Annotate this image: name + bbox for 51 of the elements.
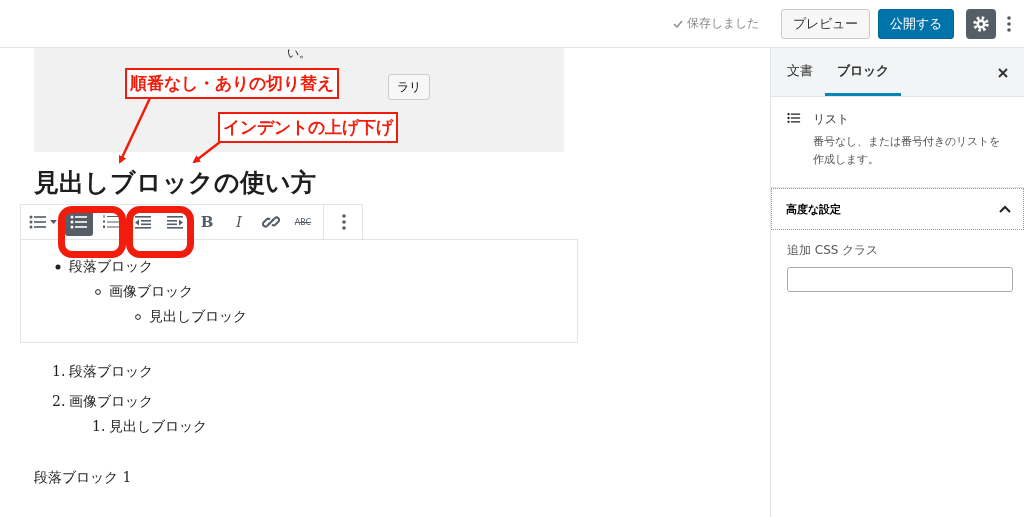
list-number: 1. <box>92 417 106 436</box>
list-number: 2. <box>52 392 66 411</box>
bulleted-list-icon <box>70 215 88 229</box>
list-item: 見出しブロック <box>109 417 208 436</box>
chevron-icon <box>999 205 1011 213</box>
field-label: 追加 CSS クラス <box>787 242 880 259</box>
settings-button[interactable] <box>966 8 996 39</box>
bullet-icon <box>55 263 61 270</box>
gallery-text: い。 <box>287 48 311 62</box>
sidebar-tab[interactable]: ブロック <box>825 48 901 96</box>
list-icon <box>787 111 801 125</box>
panel-header[interactable]: 高度な設定 <box>771 188 1024 230</box>
settings-icon <box>972 14 990 33</box>
caret-icon <box>50 220 57 224</box>
list-item: 見出しブロック <box>149 307 247 326</box>
indent-icon <box>167 215 183 229</box>
arrow <box>118 97 152 164</box>
close-icon <box>998 67 1008 78</box>
check-icon <box>673 19 683 28</box>
paragraph: 段落ブロック 1 <box>34 469 133 487</box>
vertical-dots-icon <box>1007 15 1011 32</box>
list-icon <box>29 215 47 229</box>
list-item: 段落ブロック <box>69 362 154 381</box>
numbered-list-icon <box>103 215 119 229</box>
strikethrough-button[interactable]: ABC <box>289 208 317 236</box>
annotation-label: 順番なし・ありの切り替え <box>125 68 339 99</box>
media-library-button[interactable]: ラリ <box>388 74 430 100</box>
input-field[interactable] <box>787 267 1013 292</box>
bold-button[interactable]: B <box>193 208 221 236</box>
bullet-icon <box>135 313 141 320</box>
sidebar-tab[interactable]: 文書 <box>775 48 825 96</box>
list-item: 画像ブロック <box>69 392 154 411</box>
save-status: 保存しました <box>687 15 759 32</box>
vertical-dots-icon <box>342 214 346 230</box>
list-item: 段落ブロック <box>69 257 153 276</box>
italic-button[interactable]: I <box>225 208 253 236</box>
arrow <box>192 141 221 164</box>
outdent-icon <box>135 215 151 229</box>
block-title: リスト <box>812 111 850 128</box>
list-item: 画像ブロック <box>109 282 193 301</box>
preview-button[interactable]: プレビュー <box>781 8 870 39</box>
heading: 見出しブロックの使い方 <box>34 167 316 199</box>
more-menu-button[interactable] <box>1004 15 1014 32</box>
block-description: 番号なし、または番号付きのリストを作成します。 <box>812 134 1001 168</box>
link-icon <box>262 213 280 231</box>
publish-button[interactable]: 公開する <box>878 8 954 39</box>
list-number: 1. <box>52 362 66 381</box>
annotation-label: インデントの上げ下げ <box>218 112 398 143</box>
highlight-ring <box>58 206 126 258</box>
highlight-ring <box>126 206 194 258</box>
bullet-icon <box>95 288 101 295</box>
